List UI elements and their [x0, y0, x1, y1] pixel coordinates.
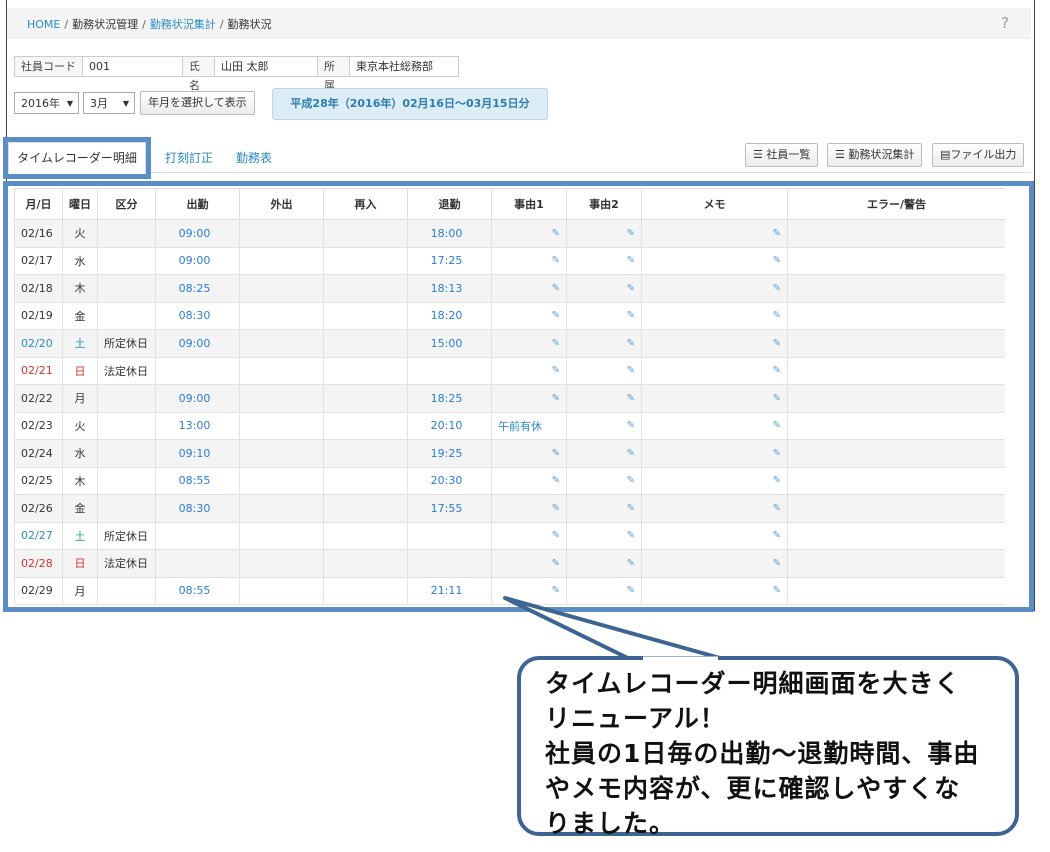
- callout-box: タイムレコーダー明細画面を大きく リニューアル！ 社員の1日毎の出勤〜退勤時間、…: [517, 656, 1019, 838]
- callout-line: 社員の1日毎の出勤〜退勤時間、事由: [545, 739, 980, 768]
- callout-line: りました。: [545, 809, 676, 838]
- callout-line: リニューアル！: [545, 704, 726, 733]
- callout-line: タイムレコーダー明細画面を大きく: [545, 669, 961, 698]
- callout-line: やメモ内容が、更に確認しやすくな: [545, 774, 961, 803]
